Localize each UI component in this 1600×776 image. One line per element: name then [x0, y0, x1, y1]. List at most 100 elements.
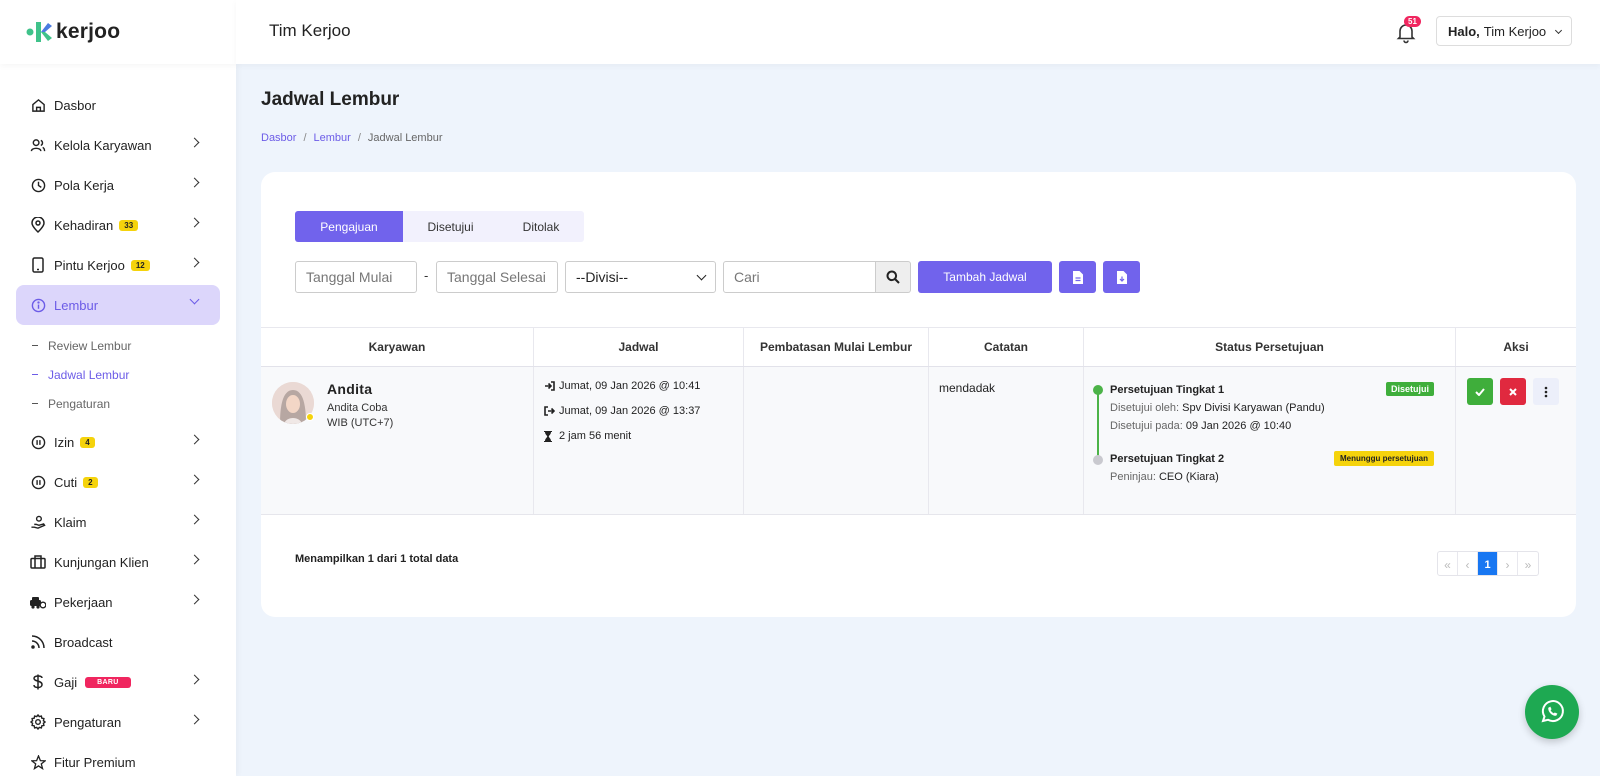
bullet-dash — [32, 374, 38, 375]
sidebar: kerjoo Dasbor Kelola Karyawan Pola Kerja… — [0, 0, 236, 776]
reviewer: Peninjau: CEO (Kiara) — [1110, 471, 1219, 483]
sidebar-item-label: Lembur — [54, 297, 99, 313]
sidebar-item-fitur-premium[interactable]: Fitur Premium — [16, 742, 220, 776]
current-page-button[interactable]: 1 — [1478, 552, 1498, 575]
home-icon — [30, 97, 46, 113]
first-page-button[interactable]: « — [1438, 552, 1458, 575]
car-tools-icon — [30, 594, 46, 610]
sidebar-item-kelola-karyawan[interactable]: Kelola Karyawan — [16, 125, 220, 165]
previous-page-button[interactable]: ‹ — [1458, 552, 1478, 575]
sidebar-item-kunjungan-klien[interactable]: Kunjungan Klien — [16, 542, 220, 582]
submenu-item-pengaturan[interactable]: Pengaturan — [32, 389, 236, 418]
more-options-button[interactable] — [1533, 378, 1559, 405]
sidebar-nav: Dasbor Kelola Karyawan Pola Kerja Kehadi… — [0, 64, 236, 776]
note-text: mendadak — [939, 381, 996, 395]
table-row: Andita Andita Coba WIB (UTC+7) Jumat, 09… — [261, 367, 1576, 515]
pause-circle-icon — [30, 434, 46, 450]
search-input[interactable]: Cari — [723, 261, 876, 293]
sidebar-item-label: Klaim — [54, 514, 87, 530]
sidebar-item-klaim[interactable]: Klaim — [16, 502, 220, 542]
schedule-start: Jumat, 09 Jan 2026 @ 10:41 — [544, 380, 700, 392]
sidebar-item-pengaturan[interactable]: Pengaturan — [16, 702, 220, 742]
file-icon — [1072, 270, 1083, 284]
employee-fullname: Andita Coba — [327, 402, 388, 414]
status-dot — [306, 413, 314, 421]
export-excel-button[interactable] — [1103, 261, 1140, 293]
approved-dot — [1093, 385, 1103, 395]
new-badge: BARU — [85, 676, 131, 688]
approve-button[interactable] — [1467, 378, 1493, 405]
check-icon — [1475, 387, 1485, 396]
top-header: Tim Kerjoo 51 Halo, Tim Kerjoo — [236, 0, 1600, 64]
search-icon — [886, 270, 900, 284]
chevron-right-icon — [189, 217, 200, 228]
next-page-button[interactable]: › — [1498, 552, 1518, 575]
brand-logo[interactable]: kerjoo — [0, 0, 236, 64]
chevron-right-icon — [189, 474, 200, 485]
user-menu-button[interactable]: Halo, Tim Kerjoo — [1436, 16, 1572, 46]
submenu-label: Pengaturan — [48, 396, 111, 411]
sidebar-item-izin[interactable]: Izin 4 — [16, 422, 220, 462]
sidebar-item-kehadiran[interactable]: Kehadiran 33 — [16, 205, 220, 245]
breadcrumb-link-lembur[interactable]: Lembur — [314, 132, 351, 144]
sidebar-item-dasbor[interactable]: Dasbor — [16, 85, 220, 125]
column-header: Pembatasan Mulai Lembur — [744, 328, 929, 366]
tab-ditolak[interactable]: Ditolak — [498, 211, 584, 242]
chevron-right-icon — [189, 514, 200, 525]
division-select[interactable]: --Divisi-- — [565, 261, 716, 293]
tab-pengajuan[interactable]: Pengajuan — [295, 211, 403, 242]
sidebar-item-broadcast[interactable]: Broadcast — [16, 622, 220, 662]
user-name: Tim Kerjoo — [1483, 23, 1547, 39]
pause-circle-icon — [30, 474, 46, 490]
tablet-icon — [30, 257, 46, 273]
chevron-right-icon — [189, 554, 200, 565]
approval-level-2-title: Persetujuan Tingkat 2 — [1110, 453, 1225, 465]
hourglass-icon — [544, 430, 556, 442]
start-date-input[interactable]: Tanggal Mulai — [295, 261, 417, 293]
status-tabs: Pengajuan Disetujui Ditolak — [295, 211, 584, 242]
breadcrumb-separator: / — [357, 132, 361, 144]
sidebar-item-pekerjaan[interactable]: Pekerjaan — [16, 582, 220, 622]
chevron-down-icon — [696, 270, 707, 281]
gear-icon — [30, 714, 46, 730]
reviewer-label: Peninjau: — [1110, 471, 1156, 483]
notification-count-badge: 51 — [1404, 16, 1421, 27]
employee-timezone: WIB (UTC+7) — [327, 417, 394, 429]
employee-cell: Andita Andita Coba WIB (UTC+7) — [261, 367, 534, 514]
submenu-item-jadwal-lembur[interactable]: Jadwal Lembur — [32, 360, 236, 389]
search-button[interactable] — [876, 261, 911, 293]
schedule-duration-text: 2 jam 56 menit — [559, 430, 632, 442]
pending-dot — [1093, 455, 1103, 465]
sidebar-item-label: Gaji — [54, 674, 78, 690]
reject-button[interactable] — [1500, 378, 1526, 405]
chevron-right-icon — [189, 594, 200, 605]
whatsapp-chat-button[interactable] — [1525, 685, 1579, 739]
sidebar-item-lembur[interactable]: Lembur — [16, 285, 220, 325]
tab-disetujui[interactable]: Disetujui — [403, 211, 498, 242]
sidebar-item-gaji[interactable]: Gaji BARU — [16, 662, 220, 702]
column-header: Karyawan — [261, 328, 534, 366]
pagination: « ‹ 1 › » — [1437, 551, 1539, 576]
last-page-button[interactable]: » — [1518, 552, 1538, 575]
employee-name[interactable]: Andita — [327, 381, 372, 397]
approved-by: Disetujui oleh: Spv Divisi Karyawan (Pan… — [1110, 402, 1325, 414]
end-date-input[interactable]: Tanggal Selesai — [436, 261, 558, 293]
approved-at: Disetujui pada: 09 Jan 2026 @ 10:40 — [1110, 420, 1291, 432]
sidebar-item-cuti[interactable]: Cuti 2 — [16, 462, 220, 502]
schedule-duration: 2 jam 56 menit — [544, 430, 631, 442]
submenu-item-review-lembur[interactable]: Review Lembur — [32, 331, 236, 360]
organization-title: Tim Kerjoo — [269, 21, 351, 40]
breadcrumb-link-dasbor[interactable]: Dasbor — [261, 132, 296, 144]
column-header: Jadwal — [534, 328, 744, 366]
hand-coin-icon — [30, 514, 46, 530]
export-pdf-button[interactable] — [1059, 261, 1096, 293]
count-badge: 4 — [80, 436, 95, 448]
sidebar-item-label: Broadcast — [54, 634, 113, 650]
sidebar-item-label: Cuti — [54, 474, 78, 490]
sidebar-item-pintu-kerjoo[interactable]: Pintu Kerjoo 12 — [16, 245, 220, 285]
reviewer-value: CEO (Kiara) — [1158, 471, 1219, 483]
sidebar-item-pola-kerja[interactable]: Pola Kerja — [16, 165, 220, 205]
clock-icon — [30, 177, 46, 193]
greeting-text: Halo, — [1448, 23, 1480, 39]
add-schedule-button[interactable]: Tambah Jadwal — [918, 261, 1052, 293]
